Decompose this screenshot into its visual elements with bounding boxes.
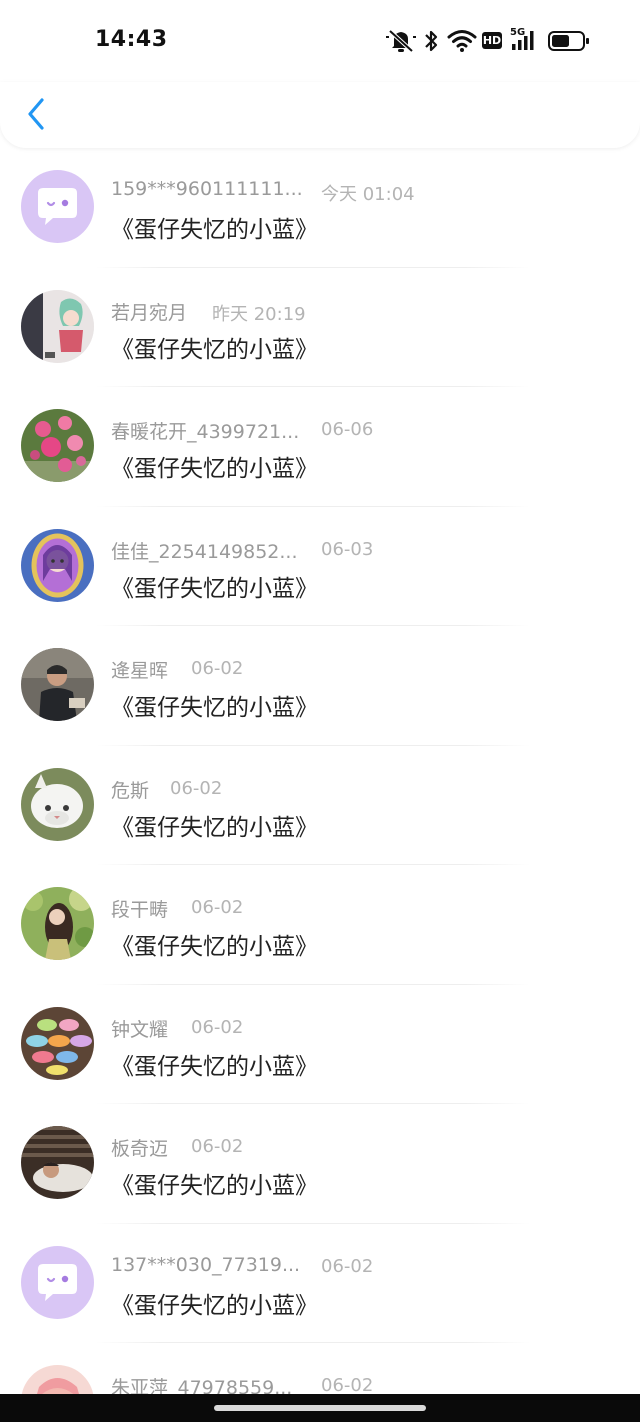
user-name: 春暖花开_4399721... <box>111 421 300 443</box>
list-item[interactable]: 若月宛月 昨天 20:19 《蛋仔失忆的小蓝》 <box>0 268 640 387</box>
timestamp: 06-02 <box>321 1375 374 1394</box>
user-name: 159***960111111... <box>111 178 303 200</box>
timestamp: 昨天 20:19 <box>212 303 306 325</box>
list-item[interactable]: 159***960111111... 今天 01:04 《蛋仔失忆的小蓝》 <box>0 148 640 268</box>
timestamp: 06-02 <box>191 897 244 918</box>
user-name: 137***030_77319... <box>111 1253 301 1276</box>
pink-roses-avatar[interactable] <box>21 409 94 482</box>
timestamp: 06-06 <box>321 419 374 440</box>
status-time: 14:43 <box>95 27 168 52</box>
list-item[interactable]: 逄星晖 06-02 《蛋仔失忆的小蓝》 <box>0 626 640 746</box>
user-name: 若月宛月 <box>111 301 188 324</box>
message-text: 《蛋仔失忆的小蓝》 <box>111 1173 318 1199</box>
default-chat-avatar[interactable] <box>21 170 94 243</box>
message-text: 《蛋仔失忆的小蓝》 <box>111 456 318 482</box>
timestamp: 06-02 <box>191 1136 244 1157</box>
user-name: 危斯 <box>111 779 150 802</box>
default-chat-avatar[interactable] <box>21 1245 94 1319</box>
timestamp: 06-02 <box>191 1016 244 1038</box>
message-text: 《蛋仔失忆的小蓝》 <box>111 934 318 960</box>
message-list[interactable]: 159***960111111... 今天 01:04 《蛋仔失忆的小蓝》 若月… <box>0 148 640 1394</box>
woman-leaves-avatar[interactable] <box>21 887 94 960</box>
user-name: 板奇迈 <box>111 1138 169 1160</box>
white-cat-avatar[interactable] <box>21 767 94 841</box>
timestamp: 06-02 <box>191 658 244 679</box>
home-indicator[interactable] <box>214 1405 426 1411</box>
hd-label: HD <box>482 34 502 47</box>
battery-icon <box>548 31 589 51</box>
list-item[interactable]: 春暖花开_4399721... 06-06 《蛋仔失忆的小蓝》 <box>0 387 640 507</box>
back-button[interactable] <box>18 92 54 136</box>
list-item[interactable]: 段干畴 06-02 《蛋仔失忆的小蓝》 <box>0 865 640 985</box>
hd-icon: HD <box>482 32 502 49</box>
wifi-icon <box>447 30 477 52</box>
anime-girl-avatar[interactable] <box>21 289 94 363</box>
list-item[interactable]: 危斯 06-02 《蛋仔失忆的小蓝》 <box>0 746 640 865</box>
doll-mirror-avatar[interactable] <box>21 528 94 602</box>
user-name: 钟文耀 <box>111 1018 169 1041</box>
message-text: 《蛋仔失忆的小蓝》 <box>111 336 318 363</box>
header <box>0 82 640 148</box>
message-text: 《蛋仔失忆的小蓝》 <box>111 1292 318 1319</box>
user-name: 朱亚萍_47978559... <box>111 1377 293 1394</box>
system-nav-bar <box>0 1394 640 1422</box>
list-item[interactable]: 佳佳_2254149852... 06-03 《蛋仔失忆的小蓝》 <box>0 507 640 626</box>
timestamp: 06-02 <box>321 1255 374 1277</box>
message-text: 《蛋仔失忆的小蓝》 <box>111 575 318 602</box>
timestamp: 今天 01:04 <box>321 184 415 205</box>
timestamp: 06-03 <box>321 538 374 560</box>
mute-bell-icon <box>386 29 416 53</box>
signal-5g-icon: 5G <box>510 28 540 52</box>
bluetooth-icon <box>425 30 438 52</box>
message-text: 《蛋仔失忆的小蓝》 <box>111 217 318 243</box>
user-name: 逄星晖 <box>111 660 169 682</box>
message-text: 《蛋仔失忆的小蓝》 <box>111 814 318 841</box>
timestamp: 06-02 <box>170 777 223 799</box>
pink-anime-avatar[interactable] <box>21 1365 94 1394</box>
man-photo-avatar[interactable] <box>21 648 94 721</box>
list-item[interactable]: 钟文耀 06-02 《蛋仔失忆的小蓝》 <box>0 985 640 1104</box>
status-bar: 14:43 HD 5G <box>0 0 640 82</box>
user-name: 佳佳_2254149852... <box>111 540 298 563</box>
list-item[interactable]: 板奇迈 06-02 《蛋仔失忆的小蓝》 <box>0 1104 640 1224</box>
man-lying-avatar[interactable] <box>21 1126 94 1199</box>
user-name: 段干畴 <box>111 899 169 921</box>
list-item[interactable]: 朱亚萍_47978559... 06-02 <box>0 1343 640 1394</box>
chevron-left-icon <box>28 98 44 130</box>
macarons-avatar[interactable] <box>21 1006 94 1080</box>
list-item[interactable]: 137***030_77319... 06-02 《蛋仔失忆的小蓝》 <box>0 1224 640 1343</box>
message-text: 《蛋仔失忆的小蓝》 <box>111 695 318 721</box>
message-text: 《蛋仔失忆的小蓝》 <box>111 1053 318 1080</box>
